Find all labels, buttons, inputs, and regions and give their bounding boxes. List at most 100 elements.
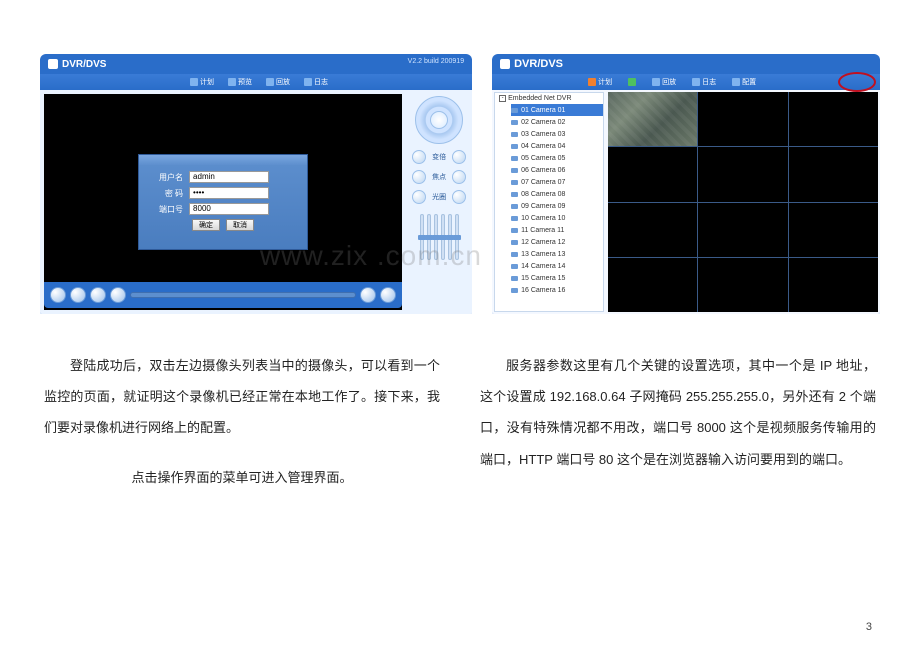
cancel-button[interactable]: 取消 [226,219,254,231]
top-toolbar: 计划 预览 回放 日志 [40,74,472,90]
camera-item[interactable]: 06 Camera 06 [511,164,603,176]
camera-icon [511,120,518,125]
camera-icon [511,192,518,197]
toolbar-playback[interactable]: 回放 [266,77,290,87]
focus-in-button[interactable] [452,170,466,184]
video-cell-7[interactable] [608,203,697,257]
app-title: DVR/DVS [62,59,106,70]
camera-label: 07 Camera 07 [521,179,565,186]
collapse-icon[interactable]: - [499,95,506,102]
tree-root-label: Embedded Net DVR [508,95,571,102]
green-icon [628,78,636,86]
annotation-circle [838,72,876,92]
video-cell-11[interactable] [698,258,787,312]
camera-item[interactable]: 02 Camera 02 [511,116,603,128]
watermark: www.zix .com.cn [260,240,482,272]
app-logo-icon [48,59,58,69]
focus-out-button[interactable] [412,170,426,184]
camera-label: 15 Camera 15 [521,275,565,282]
camera-item[interactable]: 11 Camera 11 [511,224,603,236]
camera-item[interactable]: 01 Camera 01 [511,104,603,116]
toolbar-plan[interactable]: 计划 [190,77,214,87]
toolbar-playback[interactable]: 回放 [652,77,676,87]
app-title: DVR/DVS [514,58,563,70]
password-input[interactable]: •••• [189,187,269,199]
zoom-out-button[interactable] [412,150,426,164]
toolbar-unk[interactable] [628,78,636,86]
video-cell-1[interactable] [608,92,697,146]
camera-label: 02 Camera 02 [521,119,565,126]
layout-button[interactable] [360,287,376,303]
camera-item[interactable]: 13 Camera 13 [511,248,603,260]
window-titlebar: DVR/DVS V2.2 build 200919 [40,54,472,74]
camera-item[interactable]: 07 Camera 07 [511,176,603,188]
snapshot-button[interactable] [90,287,106,303]
camera-label: 10 Camera 10 [521,215,565,222]
camera-icon [511,168,518,173]
camera-item[interactable]: 10 Camera 10 [511,212,603,224]
focus-label: 焦点 [430,172,448,182]
camera-item[interactable]: 14 Camera 14 [511,260,603,272]
camera-label: 06 Camera 06 [521,167,565,174]
top-toolbar: 计划 回放 日志 配置 [492,74,880,90]
record-button[interactable] [110,287,126,303]
video-cell-4[interactable] [608,147,697,201]
port-label: 端口号 [149,204,183,215]
username-label: 用户名 [149,172,183,183]
tree-root[interactable]: - Embedded Net DVR [495,93,603,104]
gear-icon [732,78,740,86]
video-cell-5[interactable] [698,147,787,201]
username-input[interactable]: admin [189,171,269,183]
video-area: 用户名 admin 密 码 •••• 端口号 8000 [44,94,402,310]
preview-screenshot: DVR/DVS 计划 回放 日志 配置 - Embedded Net DVR 0… [492,54,880,314]
camera-icon [511,240,518,245]
camera-item[interactable]: 03 Camera 03 [511,128,603,140]
camera-item[interactable]: 12 Camera 12 [511,236,603,248]
video-grid [608,92,878,312]
ok-button[interactable]: 确定 [192,219,220,231]
camera-label: 09 Camera 09 [521,203,565,210]
play-button[interactable] [50,287,66,303]
video-cell-9[interactable] [789,203,878,257]
dialog-header [139,155,307,165]
toolbar-preview[interactable]: 预览 [228,77,252,87]
ptz-panel: 变倍 焦点 光圈 [406,90,472,314]
camera-item[interactable]: 09 Camera 09 [511,200,603,212]
camera-tree[interactable]: - Embedded Net DVR 01 Camera 01 02 Camera… [494,92,604,312]
video-cell-12[interactable] [789,258,878,312]
camera-item[interactable]: 16 Camera 16 [511,284,603,296]
camera-item[interactable]: 08 Camera 08 [511,188,603,200]
fullscreen-button[interactable] [380,287,396,303]
login-screenshot: DVR/DVS V2.2 build 200919 计划 预览 回放 日志 用户… [40,54,472,314]
camera-icon [511,156,518,161]
app-logo-icon [500,59,510,69]
toolbar-config[interactable]: 配置 [732,77,756,87]
video-cell-3[interactable] [789,92,878,146]
toolbar-plan[interactable]: 计划 [588,77,612,87]
camera-icon [511,252,518,257]
port-input[interactable]: 8000 [189,203,269,215]
camera-item[interactable]: 04 Camera 04 [511,140,603,152]
right-paragraph-1: 服务器参数这里有几个关键的设置选项，其中一个是 IP 地址，这个设置成 192.… [480,350,876,475]
video-cell-2[interactable] [698,92,787,146]
camera-icon [511,144,518,149]
toolbar-log[interactable]: 日志 [692,77,716,87]
camera-icon [511,264,518,269]
camera-icon [511,180,518,185]
progress-bar[interactable] [130,292,356,298]
zoom-in-button[interactable] [452,150,466,164]
video-cell-8[interactable] [698,203,787,257]
camera-item[interactable]: 15 Camera 15 [511,272,603,284]
window-titlebar: DVR/DVS [492,54,880,74]
video-cell-6[interactable] [789,147,878,201]
video-cell-10[interactable] [608,258,697,312]
iris-open-button[interactable] [452,190,466,204]
camera-label: 05 Camera 05 [521,155,565,162]
iris-close-button[interactable] [412,190,426,204]
stop-button[interactable] [70,287,86,303]
ptz-wheel[interactable] [415,96,463,144]
camera-item[interactable]: 05 Camera 05 [511,152,603,164]
iris-label: 光圈 [430,192,448,202]
toolbar-log[interactable]: 日志 [304,77,328,87]
list-icon [692,78,700,86]
